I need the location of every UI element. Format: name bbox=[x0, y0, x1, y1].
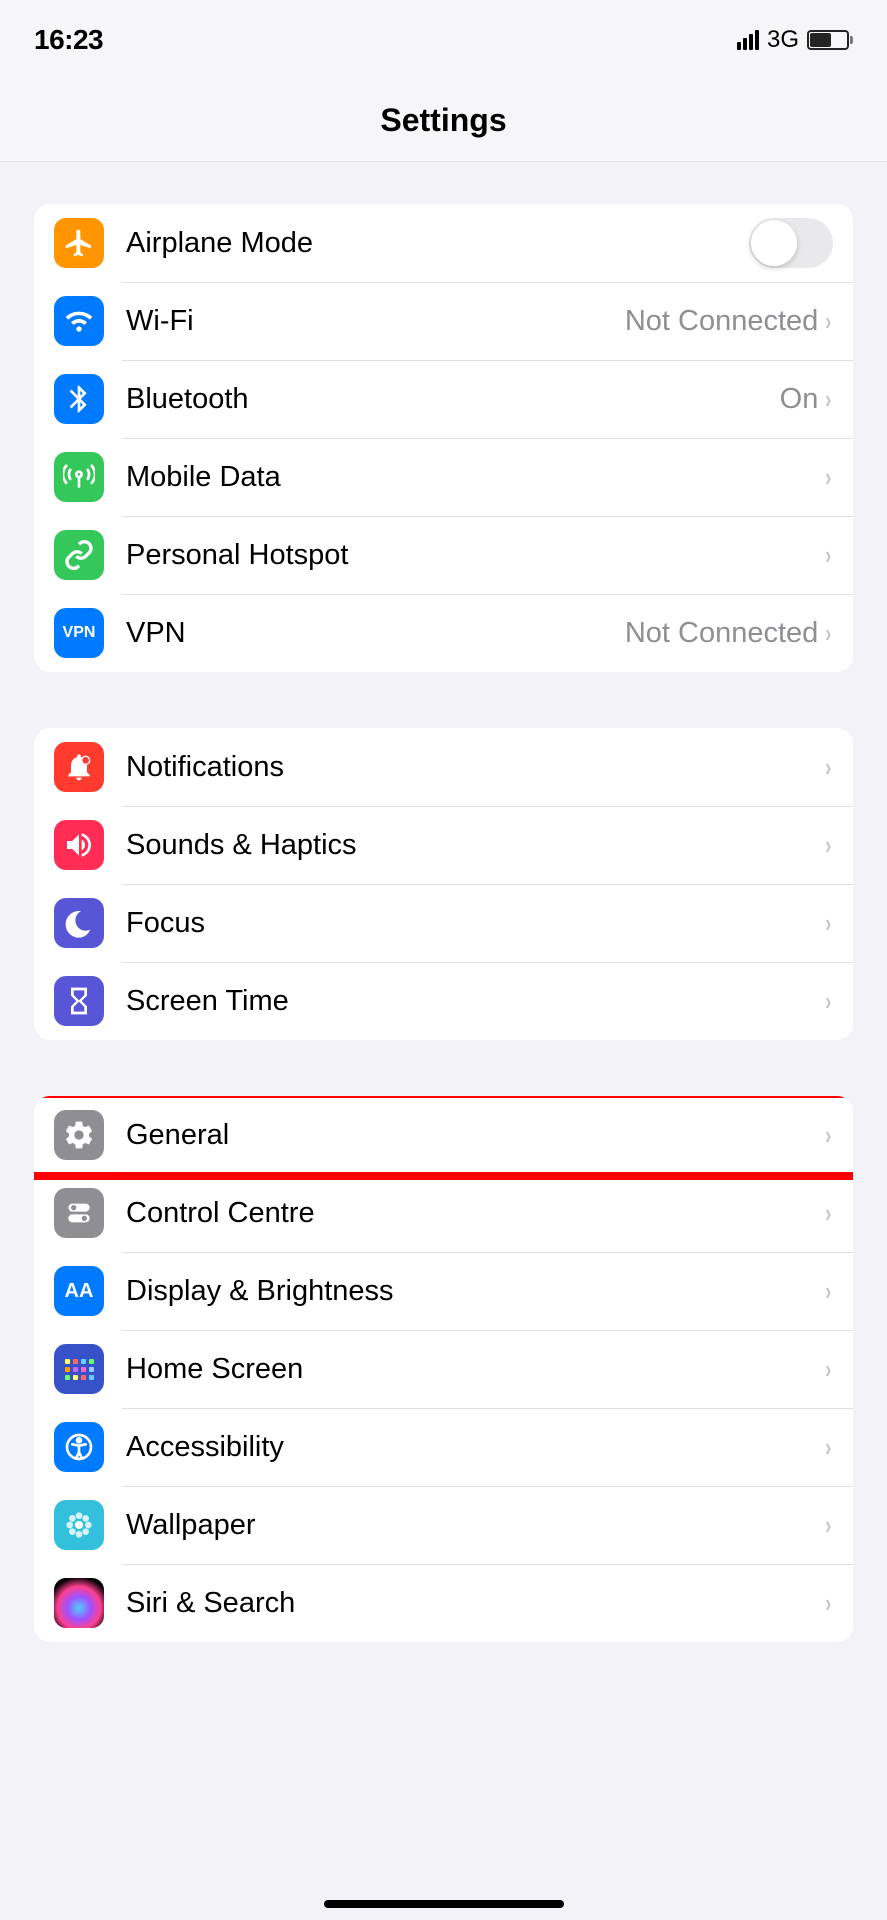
row-mobile-data[interactable]: Mobile Data › bbox=[34, 438, 853, 516]
row-label: Control Centre bbox=[126, 1197, 824, 1230]
page-title: Settings bbox=[0, 102, 887, 139]
chevron-right-icon: › bbox=[826, 1276, 832, 1307]
row-detail: Not Connected bbox=[625, 617, 818, 650]
chevron-right-icon: › bbox=[826, 1588, 832, 1619]
bell-icon bbox=[54, 742, 104, 792]
speaker-icon bbox=[54, 820, 104, 870]
row-label: General bbox=[126, 1119, 824, 1152]
settings-group-attention: Notifications › Sounds & Haptics › Focus… bbox=[34, 728, 853, 1040]
home-indicator[interactable] bbox=[324, 1900, 564, 1908]
row-label: Display & Brightness bbox=[126, 1275, 824, 1308]
row-siri-search[interactable]: Siri & Search › bbox=[34, 1564, 853, 1642]
settings-group-system: General › Control Centre › AA Display & … bbox=[34, 1096, 853, 1642]
row-label: Sounds & Haptics bbox=[126, 829, 824, 862]
page-header: Settings bbox=[0, 80, 887, 162]
chevron-right-icon: › bbox=[826, 462, 832, 493]
link-icon bbox=[54, 530, 104, 580]
network-type: 3G bbox=[767, 26, 799, 54]
row-bluetooth[interactable]: Bluetooth On › bbox=[34, 360, 853, 438]
row-label: Notifications bbox=[126, 751, 824, 784]
flower-icon bbox=[54, 1500, 104, 1550]
hourglass-icon bbox=[54, 976, 104, 1026]
gear-icon bbox=[54, 1110, 104, 1160]
row-label: Accessibility bbox=[126, 1431, 824, 1464]
status-bar: 16:23 3G bbox=[0, 0, 887, 80]
row-label: Screen Time bbox=[126, 985, 824, 1018]
row-home-screen[interactable]: Home Screen › bbox=[34, 1330, 853, 1408]
row-label: Mobile Data bbox=[126, 461, 824, 494]
chevron-right-icon: › bbox=[826, 1432, 832, 1463]
row-airplane-mode[interactable]: Airplane Mode bbox=[34, 204, 853, 282]
chevron-right-icon: › bbox=[826, 1120, 832, 1151]
battery-icon bbox=[807, 30, 853, 50]
row-label: Bluetooth bbox=[126, 383, 780, 416]
airplane-icon bbox=[54, 218, 104, 268]
chevron-right-icon: › bbox=[826, 1354, 832, 1385]
row-wallpaper[interactable]: Wallpaper › bbox=[34, 1486, 853, 1564]
chevron-right-icon: › bbox=[826, 1510, 832, 1541]
row-personal-hotspot[interactable]: Personal Hotspot › bbox=[34, 516, 853, 594]
chevron-right-icon: › bbox=[826, 830, 832, 861]
row-notifications[interactable]: Notifications › bbox=[34, 728, 853, 806]
row-wifi[interactable]: Wi-Fi Not Connected › bbox=[34, 282, 853, 360]
row-sounds-haptics[interactable]: Sounds & Haptics › bbox=[34, 806, 853, 884]
row-general[interactable]: General › bbox=[34, 1096, 853, 1174]
row-label: Siri & Search bbox=[126, 1587, 824, 1620]
row-label: Personal Hotspot bbox=[126, 539, 824, 572]
chevron-right-icon: › bbox=[826, 384, 832, 415]
settings-group-network: Airplane Mode Wi-Fi Not Connected › Blue… bbox=[34, 204, 853, 672]
toggles-icon bbox=[54, 1188, 104, 1238]
accessibility-icon bbox=[54, 1422, 104, 1472]
cellular-signal-icon bbox=[737, 30, 759, 50]
app-grid-icon bbox=[54, 1344, 104, 1394]
wifi-icon bbox=[54, 296, 104, 346]
status-indicators: 3G bbox=[737, 26, 853, 54]
row-control-centre[interactable]: Control Centre › bbox=[34, 1174, 853, 1252]
row-label: Wallpaper bbox=[126, 1509, 824, 1542]
status-time: 16:23 bbox=[34, 24, 103, 56]
antenna-icon bbox=[54, 452, 104, 502]
chevron-right-icon: › bbox=[826, 908, 832, 939]
siri-icon bbox=[54, 1578, 104, 1628]
row-label: Focus bbox=[126, 907, 824, 940]
row-detail: Not Connected bbox=[625, 305, 818, 338]
moon-icon bbox=[54, 898, 104, 948]
row-display-brightness[interactable]: AA Display & Brightness › bbox=[34, 1252, 853, 1330]
chevron-right-icon: › bbox=[826, 986, 832, 1017]
vpn-icon: VPN bbox=[54, 608, 104, 658]
row-label: Airplane Mode bbox=[126, 227, 749, 260]
airplane-toggle[interactable] bbox=[749, 218, 833, 268]
chevron-right-icon: › bbox=[826, 752, 832, 783]
text-size-icon: AA bbox=[54, 1266, 104, 1316]
bluetooth-icon bbox=[54, 374, 104, 424]
row-label: Wi-Fi bbox=[126, 305, 625, 338]
chevron-right-icon: › bbox=[826, 618, 832, 649]
row-vpn[interactable]: VPN VPN Not Connected › bbox=[34, 594, 853, 672]
chevron-right-icon: › bbox=[826, 306, 832, 337]
row-accessibility[interactable]: Accessibility › bbox=[34, 1408, 853, 1486]
row-label: Home Screen bbox=[126, 1353, 824, 1386]
row-screen-time[interactable]: Screen Time › bbox=[34, 962, 853, 1040]
chevron-right-icon: › bbox=[826, 540, 832, 571]
row-detail: On bbox=[780, 383, 819, 416]
row-label: VPN bbox=[126, 617, 625, 650]
chevron-right-icon: › bbox=[826, 1198, 832, 1229]
row-focus[interactable]: Focus › bbox=[34, 884, 853, 962]
